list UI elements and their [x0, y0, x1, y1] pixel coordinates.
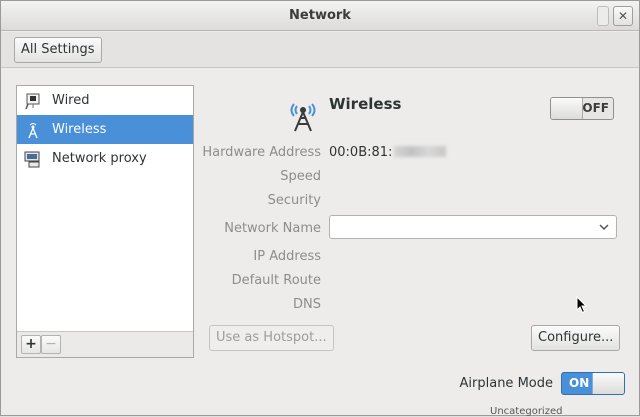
airplane-mode-label: Airplane Mode [459, 376, 553, 391]
ip-address-label: IP Address [253, 249, 321, 264]
sidebar-item-network-proxy[interactable]: Network proxy [17, 144, 193, 173]
hardware-address-value: 00:0B:81: [329, 145, 447, 160]
network-window: Network ✕ All Settings Wired Wireless Ne… [0, 0, 640, 416]
switch-state-label: OFF [582, 101, 609, 115]
default-route-label: Default Route [231, 273, 321, 288]
mouse-pointer-icon [576, 296, 588, 314]
airplane-mode-switch[interactable]: ON [561, 372, 625, 395]
sidebar-item-wireless[interactable]: Wireless [17, 115, 193, 144]
wired-icon [25, 93, 40, 109]
wireless-power-switch[interactable]: OFF [550, 97, 614, 120]
add-connection-button[interactable]: + [21, 335, 41, 354]
hardware-address-text: 00:0B:81: [329, 145, 393, 160]
switch-knob [592, 373, 624, 394]
title-bar[interactable]: Network ✕ [1, 1, 639, 31]
wireless-icon [28, 122, 38, 138]
minimize-button[interactable] [597, 6, 609, 26]
proxy-icon [24, 151, 40, 167]
device-title: Wireless [329, 95, 402, 113]
switch-state-label: ON [569, 376, 590, 390]
all-settings-button[interactable]: All Settings [14, 37, 102, 63]
sidebar-item-label: Wireless [52, 122, 107, 137]
remove-connection-button[interactable]: − [41, 335, 61, 354]
speed-label: Speed [280, 169, 321, 184]
minus-icon: − [45, 336, 57, 352]
list-toolbar: + − [17, 331, 193, 357]
configure-button[interactable]: Configure... [531, 325, 621, 351]
switch-knob [551, 98, 583, 119]
connection-list: Wired Wireless Network proxy + − [16, 85, 194, 358]
close-button[interactable]: ✕ [613, 6, 633, 26]
toolbar: All Settings [1, 32, 639, 68]
window-title: Network [289, 8, 351, 23]
use-as-hotspot-button[interactable]: Use as Hotspot... [209, 325, 334, 351]
network-name-label: Network Name [224, 221, 321, 236]
plus-icon: + [25, 336, 37, 352]
redacted-blur [394, 146, 447, 157]
dns-label: DNS [293, 297, 321, 312]
sidebar-item-label: Network proxy [52, 151, 147, 166]
sidebar-item-wired[interactable]: Wired [17, 86, 193, 115]
hardware-address-label: Hardware Address [202, 145, 321, 160]
close-icon: ✕ [617, 9, 629, 23]
security-label: Security [267, 193, 321, 208]
network-name-combo[interactable] [329, 215, 617, 239]
background-window-text: Uncategorized [490, 406, 563, 417]
chevron-down-icon [599, 224, 609, 231]
sidebar-item-label: Wired [52, 93, 90, 108]
wireless-antenna-icon [290, 103, 316, 132]
